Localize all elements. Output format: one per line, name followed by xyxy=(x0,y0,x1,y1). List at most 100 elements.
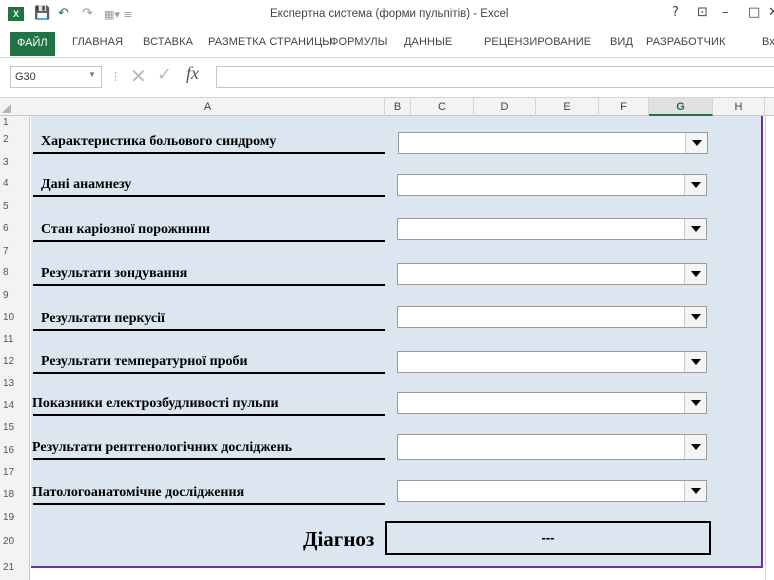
tab-insert[interactable]: ВСТАВКА xyxy=(143,36,193,48)
combo-temperature-test[interactable] xyxy=(397,351,707,373)
row-header[interactable]: 4 xyxy=(0,177,30,191)
field-underline xyxy=(33,503,385,505)
row-headers: 1 2 3 4 5 6 7 8 9 10 11 12 13 14 15 16 1… xyxy=(0,116,30,580)
field-label-carious-cavity: Стан каріозної порожнини xyxy=(41,222,211,237)
row-header[interactable]: 14 xyxy=(0,399,30,413)
customize-qat-icon[interactable]: ▦▾ ≡ xyxy=(104,8,133,21)
tab-page-layout[interactable]: РАЗМЕТКА СТРАНИЦЫ xyxy=(208,36,332,48)
tab-developer[interactable]: РАЗРАБОТЧИК xyxy=(646,36,726,48)
field-label-percussion: Результати перкусії xyxy=(41,311,165,326)
field-underline xyxy=(33,372,385,374)
title-bar: X 💾 ↶ ↷ ▦▾ ≡ Експертна система (форми пу… xyxy=(0,0,774,30)
row-header[interactable]: 13 xyxy=(0,377,30,391)
field-underline xyxy=(33,195,385,197)
cancel-icon[interactable]: ✕ xyxy=(130,64,147,88)
maximize-button[interactable]: □ xyxy=(748,5,760,20)
formula-input[interactable] xyxy=(216,66,774,88)
field-underline xyxy=(33,284,385,286)
expert-form: Характеристика больового синдрому Дані а… xyxy=(31,116,763,568)
combo-percussion[interactable] xyxy=(397,306,707,328)
combo-probing[interactable] xyxy=(397,263,707,285)
dropdown-arrow-icon[interactable] xyxy=(685,133,707,153)
column-header-f[interactable]: F xyxy=(599,98,649,116)
dropdown-arrow-icon[interactable] xyxy=(684,175,706,195)
dropdown-arrow-icon[interactable] xyxy=(684,352,706,372)
row-header[interactable]: 6 xyxy=(0,222,30,236)
row-header[interactable]: 10 xyxy=(0,311,30,325)
field-label-x-ray: Результати рентгенологічних досліджень xyxy=(32,440,293,455)
dropdown-arrow-icon[interactable] xyxy=(684,481,706,501)
enter-icon[interactable]: ✓ xyxy=(157,64,172,85)
row-header[interactable]: 1 xyxy=(0,116,30,130)
field-label-pathoanatomical: Патологоанатомічне дослідження xyxy=(32,485,245,500)
worksheet[interactable]: A B C D E F G H 1 2 3 4 5 6 7 8 9 10 11 … xyxy=(0,98,774,580)
row-header[interactable]: 3 xyxy=(0,156,30,170)
dropdown-arrow-icon[interactable] xyxy=(684,393,706,413)
row-header[interactable]: 12 xyxy=(0,355,30,369)
row-header[interactable]: 16 xyxy=(0,444,30,458)
tab-data[interactable]: ДАННЫЕ xyxy=(404,36,452,48)
tab-file[interactable]: ФАЙЛ xyxy=(10,32,55,56)
tab-overflow[interactable]: Вх xyxy=(762,36,774,48)
excel-logo-icon: X xyxy=(8,7,24,21)
field-underline xyxy=(33,240,385,242)
column-header-d[interactable]: D xyxy=(474,98,536,116)
row-header[interactable]: 21 xyxy=(0,561,30,575)
column-header-c[interactable]: C xyxy=(411,98,474,116)
row-header[interactable]: 20 xyxy=(0,535,30,549)
row-header[interactable]: 8 xyxy=(0,266,30,280)
save-icon[interactable]: 💾 xyxy=(34,6,50,21)
row-header[interactable]: 19 xyxy=(0,511,30,525)
column-header-e[interactable]: E xyxy=(536,98,599,116)
ribbon-display-button[interactable]: ⊡ xyxy=(697,5,708,20)
combo-electroexcitability[interactable] xyxy=(397,392,707,414)
fx-icon[interactable]: fx xyxy=(186,63,199,84)
row-header[interactable]: 15 xyxy=(0,421,30,435)
formula-bar-resize-handle[interactable]: ⋮ xyxy=(110,70,121,83)
close-button[interactable]: ✕ xyxy=(768,5,774,20)
dropdown-arrow-icon[interactable] xyxy=(684,435,706,459)
field-label-temperature-test: Результати температурної проби xyxy=(41,354,248,369)
tab-formulas[interactable]: ФОРМУЛЫ xyxy=(330,36,388,48)
column-header-g[interactable]: G xyxy=(649,98,713,116)
column-headers: A B C D E F G H xyxy=(0,98,774,116)
combo-x-ray[interactable] xyxy=(397,434,707,460)
dropdown-arrow-icon[interactable] xyxy=(684,219,706,239)
select-all-corner[interactable] xyxy=(2,104,11,113)
row-header[interactable]: 11 xyxy=(0,333,30,347)
tab-view[interactable]: ВИД xyxy=(610,36,633,48)
chevron-down-icon[interactable]: ▼ xyxy=(88,70,96,79)
minimize-button[interactable]: – xyxy=(722,5,729,20)
field-label-anamnesis: Дані анамнезу xyxy=(41,177,132,192)
tab-review[interactable]: РЕЦЕНЗИРОВАНИЕ xyxy=(484,36,591,48)
help-button[interactable]: ? xyxy=(672,5,679,20)
combo-carious-cavity[interactable] xyxy=(397,218,707,240)
row-header[interactable]: 5 xyxy=(0,200,30,214)
row-header[interactable]: 18 xyxy=(0,488,30,502)
field-underline xyxy=(33,458,385,460)
dropdown-arrow-icon[interactable] xyxy=(684,307,706,327)
dropdown-arrow-icon[interactable] xyxy=(684,264,706,284)
redo-icon[interactable]: ↷ xyxy=(82,6,93,21)
tab-home[interactable]: ГЛАВНАЯ xyxy=(72,36,123,48)
row-header[interactable]: 7 xyxy=(0,245,30,259)
field-label-probing: Результати зондування xyxy=(41,266,188,281)
combo-anamnesis[interactable] xyxy=(397,174,707,196)
column-header-h[interactable]: H xyxy=(713,98,765,116)
field-underline xyxy=(33,152,385,154)
row-header[interactable]: 2 xyxy=(0,133,30,147)
combo-pathoanatomical[interactable] xyxy=(397,480,707,502)
undo-icon[interactable]: ↶ xyxy=(58,6,69,21)
formula-bar: G30 ▼ ⋮ ✕ ✓ fx xyxy=(0,58,774,98)
row-header[interactable]: 17 xyxy=(0,466,30,480)
column-header-a[interactable]: A xyxy=(31,98,385,116)
row-header[interactable]: 9 xyxy=(0,289,30,303)
combo-pain-syndrome[interactable] xyxy=(398,132,708,154)
column-header-b[interactable]: B xyxy=(385,98,411,116)
field-underline xyxy=(33,414,385,416)
window-title: Експертна система (форми пульпітів) - Ex… xyxy=(270,8,509,20)
diagnosis-label: Діагноз xyxy=(303,527,375,551)
diagnosis-output: --- xyxy=(385,521,711,555)
field-label-electroexcitability: Показники електрозбудливості пульпи xyxy=(32,396,279,411)
field-underline xyxy=(33,329,385,331)
